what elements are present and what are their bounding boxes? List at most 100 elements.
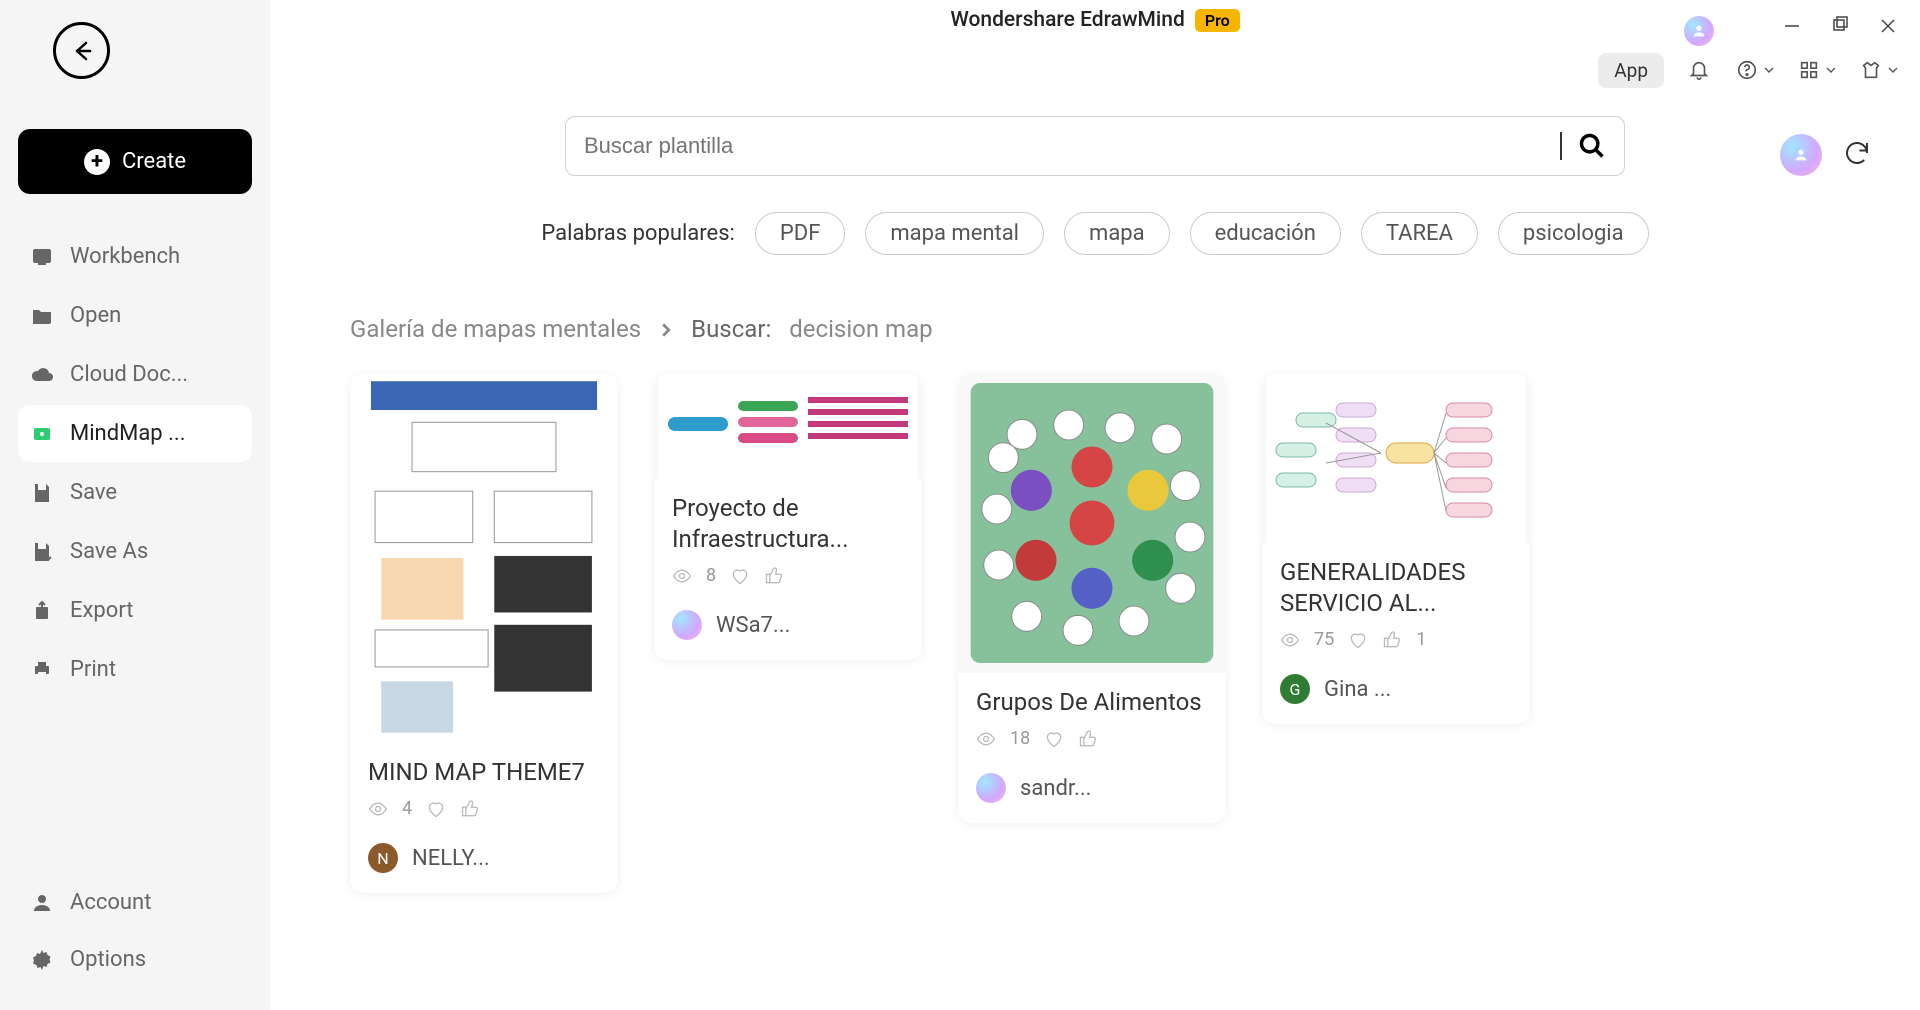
sidebar: + Create Workbench Open Cloud Doc... Min… [0,0,270,1010]
views-count: 8 [706,565,716,586]
sidebar-item-save[interactable]: Save [18,464,252,521]
card-title: Grupos De Alimentos [976,687,1208,718]
card-stats: 75 1 [1280,629,1512,650]
thumbs-up-icon[interactable] [1078,729,1098,749]
app-chip[interactable]: App [1598,53,1664,88]
sidebar-item-label: Export [70,598,134,623]
minimize-icon [1782,16,1802,36]
sidebar-item-account[interactable]: Account [18,874,252,931]
tag[interactable]: PDF [755,212,845,255]
thumbs-up-icon[interactable] [1382,630,1402,650]
breadcrumb: Galería de mapas mentales Buscar: decisi… [350,315,1840,343]
sidebar-item-options[interactable]: Options [18,931,252,988]
author-avatar: G [1280,674,1310,704]
avatar[interactable] [1684,16,1714,46]
help-menu[interactable] [1734,57,1774,83]
create-label: Create [122,149,186,174]
chevron-down-icon [1826,65,1836,75]
card-title: GENERALIDADES SERVICIO AL... [1280,557,1512,619]
views-count: 4 [402,798,412,819]
sidebar-item-label: Options [70,947,146,972]
card-author: N NELLY... [368,843,600,873]
back-button[interactable] [53,22,110,79]
apps-grid-icon [1798,59,1820,81]
user-icon [1691,23,1707,39]
apps-menu[interactable] [1796,57,1836,83]
sidebar-item-label: Workbench [70,244,180,269]
save-icon [30,481,54,505]
template-card[interactable]: GENERALIDADES SERVICIO AL... 75 1 G Gina… [1262,373,1530,724]
eye-icon [672,566,692,586]
heart-icon[interactable] [426,799,446,819]
theme-menu[interactable] [1858,57,1898,83]
tag[interactable]: educación [1190,212,1341,255]
popular-tags-label: Palabras populares: [541,221,735,246]
plus-icon: + [84,149,110,175]
maximize-button[interactable] [1830,16,1850,36]
author-name: sandr... [1020,776,1091,801]
sidebar-item-label: Account [70,890,151,915]
search-icon[interactable] [1578,132,1606,160]
sidebar-item-print[interactable]: Print [18,641,252,698]
sidebar-item-export[interactable]: Export [18,582,252,639]
corner-avatar-area [1780,134,1872,176]
sidebar-item-open[interactable]: Open [18,287,252,344]
workbench-icon [30,245,54,269]
card-stats: 4 [368,798,600,819]
tag[interactable]: mapa [1064,212,1170,255]
titlebar: Wondershare EdrawMind Pro [270,0,1920,40]
content: Palabras populares: PDF mapa mental mapa… [270,100,1920,1010]
sidebar-item-label: Cloud Doc... [70,362,188,387]
arrow-left-icon [70,39,94,63]
heart-icon[interactable] [730,566,750,586]
minimize-button[interactable] [1782,16,1802,36]
sync-button[interactable] [1842,138,1872,172]
template-card[interactable]: Proyecto de Infraestructura... 8 WSa7... [654,373,922,660]
export-icon [30,599,54,623]
heart-icon[interactable] [1348,630,1368,650]
window-controls [1684,16,1898,46]
tag[interactable]: psicologia [1498,212,1649,255]
breadcrumb-root[interactable]: Galería de mapas mentales [350,315,641,343]
sidebar-item-mindmap[interactable]: MindMap ... [18,405,252,462]
user-icon [1793,147,1809,163]
chevron-right-icon [659,315,673,343]
search-input[interactable] [584,133,1544,159]
mindmap-icon [30,422,54,446]
tag[interactable]: TAREA [1361,212,1478,255]
tag[interactable]: mapa mental [865,212,1044,255]
gear-icon [30,948,54,972]
card-thumbnail [958,373,1226,673]
eye-icon [976,729,996,749]
main: Wondershare EdrawMind Pro App [270,0,1920,1010]
close-button[interactable] [1878,16,1898,36]
sidebar-item-workbench[interactable]: Workbench [18,228,252,285]
eye-icon [368,799,388,819]
sidebar-item-cloud-doc[interactable]: Cloud Doc... [18,346,252,403]
card-thumbnail [1262,373,1530,543]
template-card[interactable]: MIND MAP THEME7 4 N NELLY... [350,373,618,893]
card-title: MIND MAP THEME7 [368,757,600,788]
notification-button[interactable] [1686,57,1712,83]
thumbs-up-icon[interactable] [460,799,480,819]
maximize-icon [1830,16,1850,36]
shirt-icon [1860,59,1882,81]
create-button[interactable]: + Create [18,129,252,194]
folder-icon [30,304,54,328]
card-thumbnail [350,373,618,743]
sidebar-item-save-as[interactable]: Save As [18,523,252,580]
print-icon [30,658,54,682]
search-box[interactable] [565,116,1625,176]
sidebar-item-label: Save [70,480,117,505]
account-icon [30,891,54,915]
sidebar-item-label: Save As [70,539,148,564]
template-card[interactable]: Grupos De Alimentos 18 sandr... [958,373,1226,823]
sidebar-nav: Workbench Open Cloud Doc... MindMap ... … [18,228,252,988]
author-name: WSa7... [716,613,790,638]
thumbs-up-icon[interactable] [764,566,784,586]
app-title: Wondershare EdrawMind [950,8,1184,32]
likes-count: 1 [1416,629,1426,650]
heart-icon[interactable] [1044,729,1064,749]
bell-icon [1688,59,1710,81]
avatar[interactable] [1780,134,1822,176]
